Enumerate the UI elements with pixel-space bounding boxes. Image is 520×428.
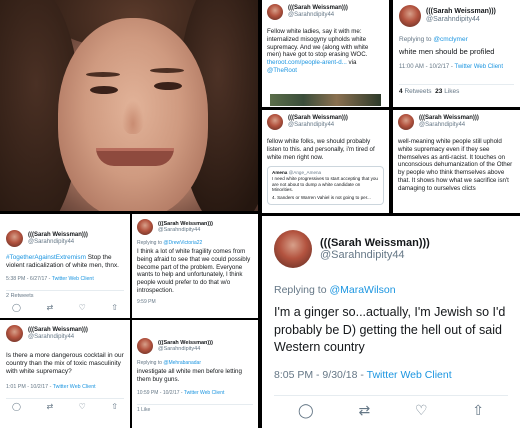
- tweet-timestamp[interactable]: 1:01 PM - 10/2/17 -: [6, 384, 51, 390]
- retweet-count[interactable]: 2 Retweets: [6, 290, 124, 299]
- avatar[interactable]: [267, 4, 283, 20]
- like-count: 23: [435, 88, 443, 96]
- tweet-client[interactable]: Twitter Web Client: [454, 64, 503, 70]
- tweet-client[interactable]: Twitter Web Client: [53, 384, 96, 390]
- like-label[interactable]: Likes: [444, 88, 459, 95]
- avatar[interactable]: [399, 5, 421, 27]
- retweet-label[interactable]: Retweets: [404, 88, 431, 95]
- avatar[interactable]: [6, 325, 23, 342]
- via-label: via: [348, 59, 357, 66]
- tweet-card-8[interactable]: (((Sarah Weissman))) @Sarahndipity44 Rep…: [132, 320, 258, 428]
- tweet-text: white men should be profiled: [399, 47, 495, 56]
- avatar[interactable]: [398, 114, 414, 130]
- tweet-client[interactable]: Twitter Web Client: [184, 390, 224, 396]
- like-icon[interactable]: ♡: [79, 303, 86, 312]
- via-handle-link[interactable]: @TheRoot: [267, 67, 297, 74]
- handle[interactable]: @Sarahndipity44: [419, 122, 479, 129]
- retweet-icon[interactable]: ⇄: [46, 402, 53, 411]
- display-name[interactable]: (((Sarah Weissman))): [426, 8, 496, 16]
- tweet-card-3[interactable]: (((Sarah Weissman))) @Sarahndipity44 fel…: [262, 110, 389, 213]
- reply-icon[interactable]: ◯: [298, 402, 314, 419]
- tweet-card-9[interactable]: (((Sarah Weissman))) @Sarahndipity44 Rep…: [262, 216, 520, 428]
- tweet-text: I'm a ginger so...actually, I'm Jewish s…: [274, 305, 506, 354]
- replying-to-handle[interactable]: @cmclymer: [433, 36, 467, 43]
- replying-to-label: Replying to: [399, 36, 432, 43]
- quote-more: 4. Sanders or Warren Vahiel is not going…: [272, 195, 371, 201]
- tweet-text: Fellow white ladies, say it with me: int…: [267, 28, 369, 59]
- tweet-card-4[interactable]: (((Sarah Weissman))) @Sarahndipity44 wel…: [393, 110, 520, 213]
- display-name[interactable]: (((Sarah Weissman))): [28, 232, 88, 239]
- link-preview-image[interactable]: [270, 94, 381, 106]
- handle[interactable]: @Sarahndipity44: [28, 334, 88, 341]
- quote-author: Amena: [272, 170, 288, 176]
- like-icon[interactable]: ♡: [415, 402, 428, 419]
- hashtag-link[interactable]: #TogetherAgainstExtremism: [6, 254, 86, 261]
- display-name[interactable]: (((Sarah Weissman))): [288, 115, 348, 122]
- quoted-tweet[interactable]: Amena @Ange_Amena I need white progressi…: [267, 166, 384, 205]
- avatar[interactable]: [274, 230, 312, 268]
- tweet-card-5[interactable]: (((Sarah Weissman))) @Sarahndipity44 #To…: [0, 214, 130, 318]
- like-icon[interactable]: ♡: [79, 402, 86, 411]
- action-bar: ◯ ⇄ ♡ ⇧: [274, 394, 508, 419]
- replying-to-handle[interactable]: @DrewVictoria22: [163, 240, 202, 246]
- tweet-text: Is there a more dangerous cocktail in ou…: [6, 352, 124, 376]
- tweet-text: well-meaning white people still uphold w…: [398, 138, 513, 192]
- tweet-body: #TogetherAgainstExtremism Stop the viole…: [6, 254, 124, 270]
- retweet-count: 4: [399, 88, 403, 96]
- share-icon[interactable]: ⇧: [111, 303, 118, 312]
- replying-to-label: Replying to: [137, 240, 163, 246]
- quote-text: I need white progressives to start accep…: [272, 175, 378, 193]
- avatar[interactable]: [267, 114, 283, 130]
- share-icon[interactable]: ⇧: [111, 402, 118, 411]
- handle[interactable]: @Sarahndipity44: [320, 249, 430, 261]
- tweet-text: investigate all white men before letting…: [137, 368, 242, 383]
- action-bar: ◯ ⇄ ♡ ⇧: [6, 303, 124, 312]
- handle[interactable]: @Sarahndipity44: [426, 16, 496, 24]
- avatar[interactable]: [137, 338, 153, 354]
- replying-to-label: Replying to: [137, 360, 163, 366]
- tweet-client[interactable]: Twitter Web Client: [52, 276, 94, 282]
- retweet-icon[interactable]: ⇄: [358, 402, 370, 419]
- tweet-card-1[interactable]: (((Sarah Weissman))) @Sarahndipity44 Fel…: [262, 0, 389, 107]
- display-name[interactable]: (((Sarah Weissman))): [288, 5, 348, 12]
- replying-to-handle[interactable]: @Mehrabanadar: [163, 360, 201, 366]
- tweet-card-7[interactable]: (((Sarah Weissman))) @Sarahndipity44 Is …: [0, 320, 130, 428]
- tweet-timestamp[interactable]: 11:00 AM - 10/2/17 -: [399, 64, 453, 70]
- avatar[interactable]: [137, 219, 153, 235]
- display-name[interactable]: (((Sarah Weissman))): [320, 237, 430, 249]
- tweet-client[interactable]: Twitter Web Client: [367, 369, 452, 381]
- tweet-card-6[interactable]: (((Sarah Weissman))) @Sarahndipity44 Rep…: [132, 214, 258, 318]
- share-icon[interactable]: ⇧: [472, 402, 484, 419]
- handle[interactable]: @Sarahndipity44: [288, 12, 348, 19]
- handle[interactable]: @Sarahndipity44: [158, 346, 213, 352]
- handle[interactable]: @Sarahndipity44: [28, 239, 88, 246]
- tweet-card-2[interactable]: (((Sarah Weissman))) @Sarahndipity44 Rep…: [393, 0, 520, 107]
- reply-icon[interactable]: ◯: [12, 402, 21, 411]
- replying-to-handle[interactable]: @MaraWilson: [329, 284, 395, 296]
- tweet-timestamp[interactable]: 5:38 PM - 6/27/17 -: [6, 276, 50, 282]
- article-link[interactable]: theroot.com/people-arent-d...: [267, 59, 347, 66]
- tweet-text: I think a lot of white fragility comes f…: [137, 248, 251, 294]
- action-bar: ◯ ⇄ ♡ ⇧: [6, 398, 124, 411]
- display-name[interactable]: (((Sarah Weissman))): [28, 327, 88, 334]
- tweet-text: fellow white folks, we should probably l…: [267, 138, 375, 161]
- handle[interactable]: @Sarahndipity44: [158, 227, 213, 233]
- retweet-icon[interactable]: ⇄: [46, 303, 53, 312]
- tweet-timestamp[interactable]: 10:59 PM - 10/2/17 -: [137, 390, 183, 396]
- profile-photo: [0, 0, 258, 211]
- display-name[interactable]: (((Sarah Weissman))): [419, 115, 479, 122]
- quote-handle: @Ange_Amena: [288, 170, 322, 176]
- tweet-timestamp[interactable]: 9:59 PM: [137, 299, 253, 305]
- replying-to-label: Replying to: [274, 284, 327, 296]
- handle[interactable]: @Sarahndipity44: [288, 122, 348, 129]
- avatar[interactable]: [6, 230, 23, 247]
- like-count[interactable]: 1 Like: [137, 403, 253, 413]
- tweet-timestamp[interactable]: 8:05 PM - 9/30/18 -: [274, 369, 364, 381]
- reply-icon[interactable]: ◯: [12, 303, 21, 312]
